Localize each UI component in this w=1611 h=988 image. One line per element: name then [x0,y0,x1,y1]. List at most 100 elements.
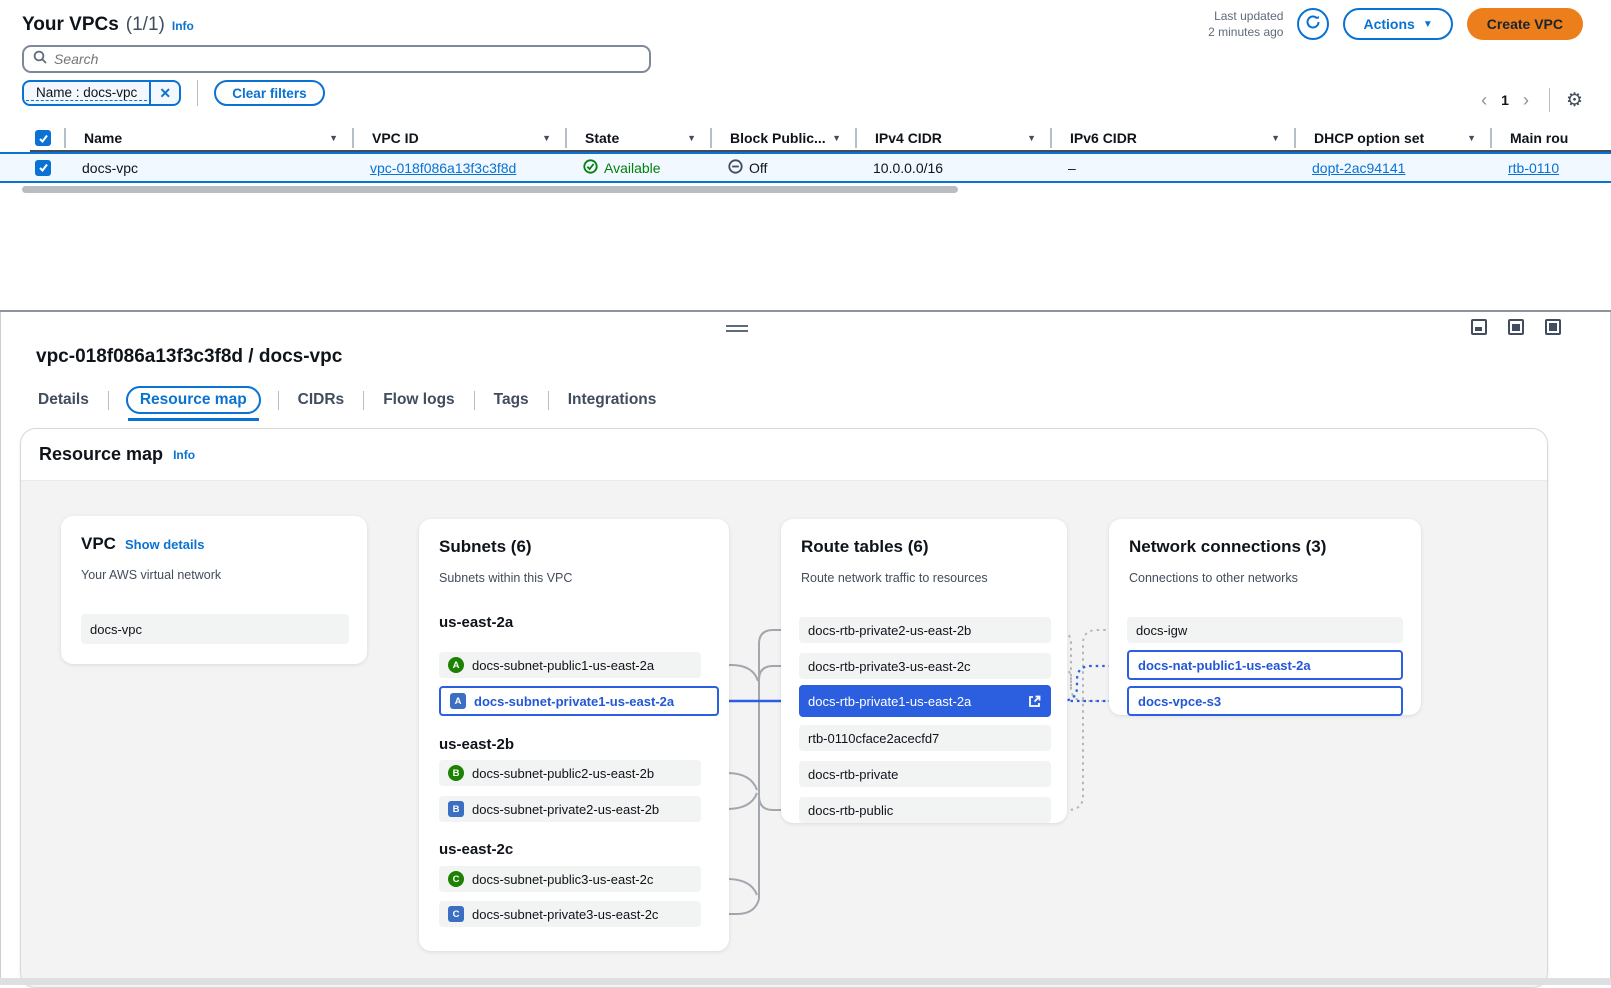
search-input[interactable] [54,51,640,67]
detail-title: vpc-018f086a13f3c3f8d / docs-vpc [36,346,342,368]
subnet-item-selected[interactable]: A docs-subnet-private1-us-east-2a [439,686,719,716]
chevron-left-icon[interactable]: ‹ [1477,90,1491,111]
filter-token-remove-button[interactable]: ✕ [149,80,179,106]
divider [548,391,549,410]
route-table-item[interactable]: docs-rtb-public [799,797,1051,823]
status-available-icon [583,159,598,177]
refresh-button[interactable] [1297,8,1329,40]
table-row[interactable]: docs-vpc vpc-018f086a13f3c3f8d Available… [0,152,1611,183]
tab-tags[interactable]: Tags [492,387,531,413]
subnet-item[interactable]: C docs-subnet-public3-us-east-2c [439,866,701,892]
vpc-id-link[interactable]: vpc-018f086a13f3c3f8d [370,160,516,176]
page-count: (1/1) [126,14,165,36]
filter-icon[interactable]: ▼ [1027,133,1036,143]
az-group-label: us-east-2b [439,736,514,753]
horizontal-scrollbar[interactable] [22,186,958,193]
main-route-table-link[interactable]: rtb-0110 [1508,160,1559,176]
route-tables-column-title: Route tables (6) [801,537,929,557]
drag-handle-icon[interactable] [726,322,748,335]
actions-button[interactable]: Actions ▼ [1343,8,1452,40]
info-link[interactable]: Info [172,19,194,33]
dhcp-option-set-link[interactable]: dopt-2ac94141 [1312,160,1405,176]
column-header-ipv6-cidr[interactable]: IPv6 CIDR▼ [1050,128,1294,148]
search-box[interactable] [22,45,651,73]
subnet-item[interactable]: B docs-subnet-private2-us-east-2b [439,796,701,822]
info-link[interactable]: Info [173,448,195,462]
column-header-name[interactable]: Name▼ [64,128,352,148]
resource-map-title: Resource map [39,444,163,465]
block-off-icon [728,159,743,177]
layout-full-icon[interactable] [1545,319,1561,335]
az-group-label: us-east-2a [439,614,513,631]
column-header-dhcp[interactable]: DHCP option set▼ [1294,128,1490,148]
subnet-item[interactable]: B docs-subnet-public2-us-east-2b [439,760,701,786]
tab-resource-map[interactable]: Resource map [126,386,261,414]
page-title: Your VPCs [22,14,119,36]
cell-ipv6-cidr: – [1050,160,1294,176]
caret-down-icon: ▼ [1423,19,1433,30]
tab-details[interactable]: Details [36,387,91,413]
network-connection-item[interactable]: docs-igw [1127,617,1403,643]
block-public-value: Off [749,160,767,176]
divider [363,391,364,410]
filter-token[interactable]: Name : docs-vpc ✕ [22,80,181,106]
external-link-icon[interactable] [1027,694,1042,709]
filter-icon[interactable]: ▼ [542,133,551,143]
page-header: Your VPCs (1/1) Info [22,14,194,36]
vpc-column: VPC Show details Your AWS virtual networ… [61,516,367,664]
create-vpc-button[interactable]: Create VPC [1467,8,1583,40]
az-b-badge: B [448,765,464,781]
table-header: Name▼ VPC ID▼ State▼ Block Public...▼ IP… [30,124,1611,152]
filter-icon[interactable]: ▼ [687,133,696,143]
tab-flow-logs[interactable]: Flow logs [381,387,456,413]
vpc-item[interactable]: docs-vpc [81,614,349,644]
chevron-right-icon[interactable]: › [1519,90,1533,111]
column-header-ipv4-cidr[interactable]: IPv4 CIDR▼ [855,128,1050,148]
filter-token-label[interactable]: Name : docs-vpc [26,85,147,101]
filter-icon[interactable]: ▼ [1467,133,1476,143]
az-a-badge: A [448,657,464,673]
divider [1549,88,1550,112]
filter-icon[interactable]: ▼ [1271,133,1280,143]
network-connection-item-highlighted[interactable]: docs-vpce-s3 [1127,686,1403,716]
filter-icon[interactable]: ▼ [832,133,841,143]
layout-bottom-icon[interactable] [1471,319,1487,335]
column-header-state[interactable]: State▼ [565,128,710,148]
az-c-badge: C [448,871,464,887]
network-connections-column-title: Network connections (3) [1129,537,1326,557]
route-table-item[interactable]: docs-rtb-private2-us-east-2b [799,617,1051,643]
route-table-item[interactable]: docs-rtb-private3-us-east-2c [799,653,1051,679]
tab-cidrs[interactable]: CIDRs [296,387,347,413]
gear-icon[interactable]: ⚙ [1566,89,1583,112]
tab-integrations[interactable]: Integrations [566,387,659,413]
az-group-label: us-east-2c [439,841,513,858]
route-table-item-selected[interactable]: docs-rtb-private1-us-east-2a [799,685,1051,717]
filter-icon[interactable]: ▼ [329,133,338,143]
subnets-column: Subnets (6) Subnets within this VPC us-e… [419,519,729,951]
route-table-item[interactable]: rtb-0110cface2acecfd7 [799,725,1051,751]
network-connection-item-highlighted[interactable]: docs-nat-public1-us-east-2a [1127,650,1403,680]
route-table-item[interactable]: docs-rtb-private [799,761,1051,787]
show-details-link[interactable]: Show details [125,537,204,552]
refresh-icon [1305,14,1321,35]
page-number[interactable]: 1 [1501,92,1509,108]
clear-filters-button[interactable]: Clear filters [214,80,324,106]
network-connections-column-subtitle: Connections to other networks [1129,571,1298,585]
divider [278,391,279,410]
resource-map-container: Resource map Info [20,428,1548,988]
state-value: Available [604,160,661,176]
column-header-main-route[interactable]: Main rou [1490,128,1611,148]
vpc-column-subtitle: Your AWS virtual network [81,568,221,582]
last-updated: Last updated 2 minutes ago [1208,8,1283,40]
subnet-item[interactable]: C docs-subnet-private3-us-east-2c [439,901,701,927]
layout-split-icon[interactable] [1508,319,1524,335]
divider [474,391,475,410]
select-all-checkbox[interactable] [35,130,51,146]
column-header-vpc-id[interactable]: VPC ID▼ [352,128,565,148]
route-tables-column-subtitle: Route network traffic to resources [801,571,988,585]
pagination: ‹ 1 › ⚙ [1477,88,1583,112]
row-checkbox[interactable] [35,160,51,176]
column-header-block-public[interactable]: Block Public...▼ [710,128,855,148]
close-icon: ✕ [159,85,171,102]
subnet-item[interactable]: A docs-subnet-public1-us-east-2a [439,652,701,678]
